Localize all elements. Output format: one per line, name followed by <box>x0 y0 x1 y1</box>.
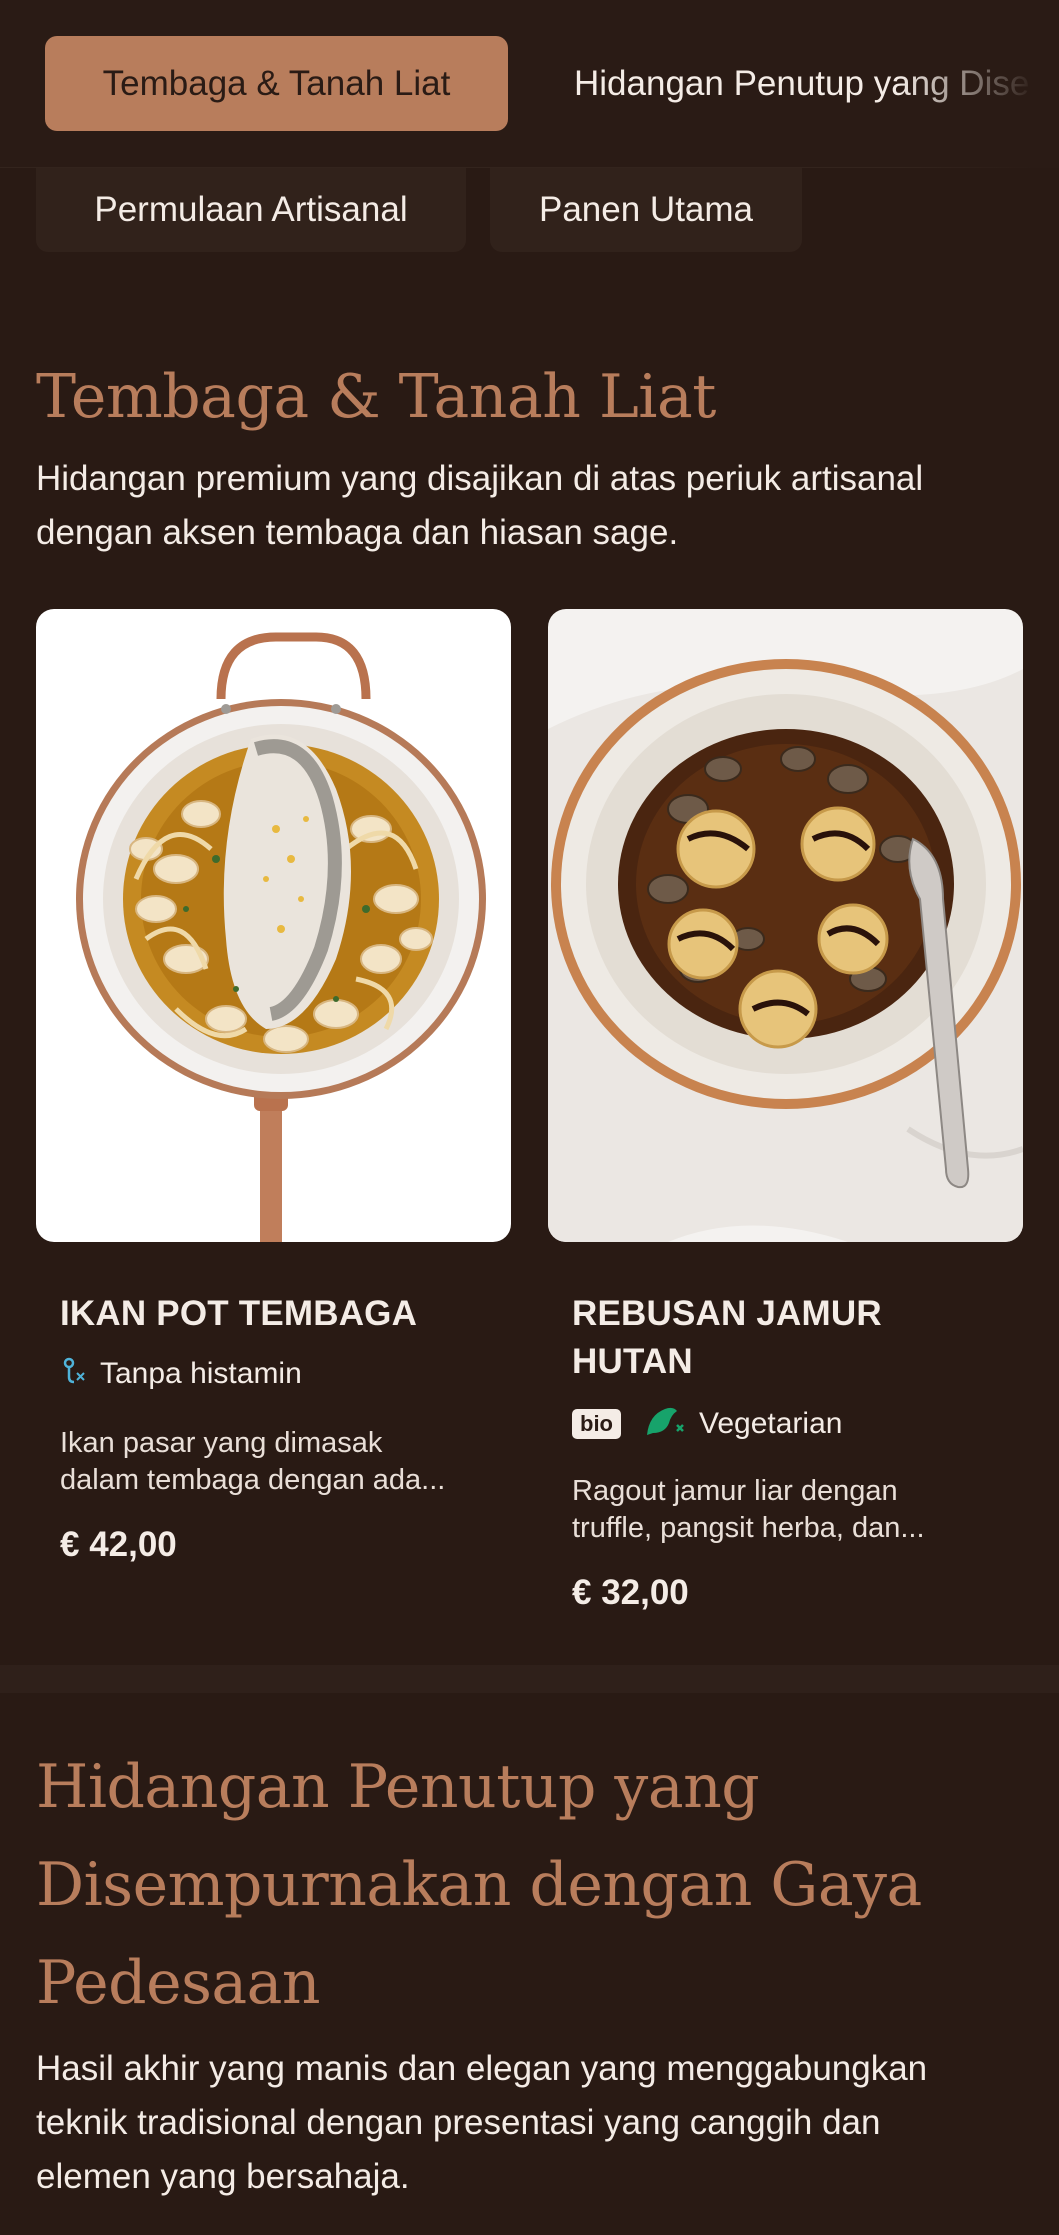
section-divider <box>0 1665 1059 1693</box>
histamine-free-icon <box>60 1355 86 1393</box>
category-tab-bar: Tembaga & Tanah Liat Hidangan Penutup ya… <box>0 0 1059 168</box>
dish-description-line: Ragout jamur liar dengan <box>572 1475 898 1507</box>
bio-badge: bio <box>572 1409 621 1439</box>
tab-main-harvest[interactable]: Panen Utama <box>490 168 802 252</box>
section-description: Hidangan premium yang disajikan di atas … <box>36 459 924 552</box>
dish-price: € 42,00 <box>60 1525 177 1564</box>
section-description: Hasil akhir yang manis dan elegan yang m… <box>36 2042 1026 2204</box>
tab-copper-clay[interactable]: Tembaga & Tanah Liat <box>45 36 508 131</box>
dish-image-forest-mushroom-stew[interactable] <box>548 609 1023 1242</box>
section-title-copper-clay: Tembaga & Tanah Liat <box>36 362 716 432</box>
dish-description-line: Ikan pasar yang dimasak <box>60 1427 383 1459</box>
dish-tags: bio Vegetarian <box>572 1403 842 1445</box>
section-title-desserts: Hidangan Penutup yang Disempurnakan deng… <box>36 1738 922 2032</box>
dish-description: Ikan pasar yang dimasak dalam tembaga de… <box>60 1425 490 1499</box>
tab-scroll-fade <box>899 0 1059 168</box>
dish-description: Ragout jamur liar dengan truffle, pangsi… <box>572 1473 1002 1547</box>
dish-price: € 32,00 <box>572 1573 689 1612</box>
vegetarian-leaf-icon <box>643 1403 685 1445</box>
tag-histamine-free: Tanpa histamin <box>100 1357 302 1390</box>
section-description-line: elemen yang bersahaja. <box>36 2157 410 2196</box>
dish-name-copper-pot-fish: IKAN POT TEMBAGA <box>60 1294 418 1333</box>
section-description-line: teknik tradisional dengan presentasi yan… <box>36 2103 881 2142</box>
section-title-line: Disempurnakan dengan Gaya <box>36 1850 922 1920</box>
dish-image-copper-pot-fish[interactable] <box>36 609 511 1242</box>
dish-name-forest-mushroom-stew: REBUSAN JAMUR HUTAN <box>572 1290 882 1386</box>
dish-tags: Tanpa histamin <box>60 1355 302 1393</box>
menu-page: Tembaga & Tanah Liat Hidangan Penutup ya… <box>0 0 1059 2235</box>
dish-description-line: truffle, pangsit herba, dan... <box>572 1512 925 1544</box>
dish-description-line: dalam tembaga dengan ada... <box>60 1464 446 1496</box>
section-description-line: Hasil akhir yang manis dan elegan yang m… <box>36 2049 928 2088</box>
tag-vegetarian: Vegetarian <box>699 1407 843 1440</box>
section-title-line: Pedesaan <box>36 1948 321 2018</box>
section-title-line: Hidangan Penutup yang <box>36 1752 760 1822</box>
dish-name-line: REBUSAN JAMUR <box>572 1294 882 1333</box>
dish-name-line: HUTAN <box>572 1342 693 1381</box>
tab-artisanal-starters[interactable]: Permulaan Artisanal <box>36 168 466 252</box>
